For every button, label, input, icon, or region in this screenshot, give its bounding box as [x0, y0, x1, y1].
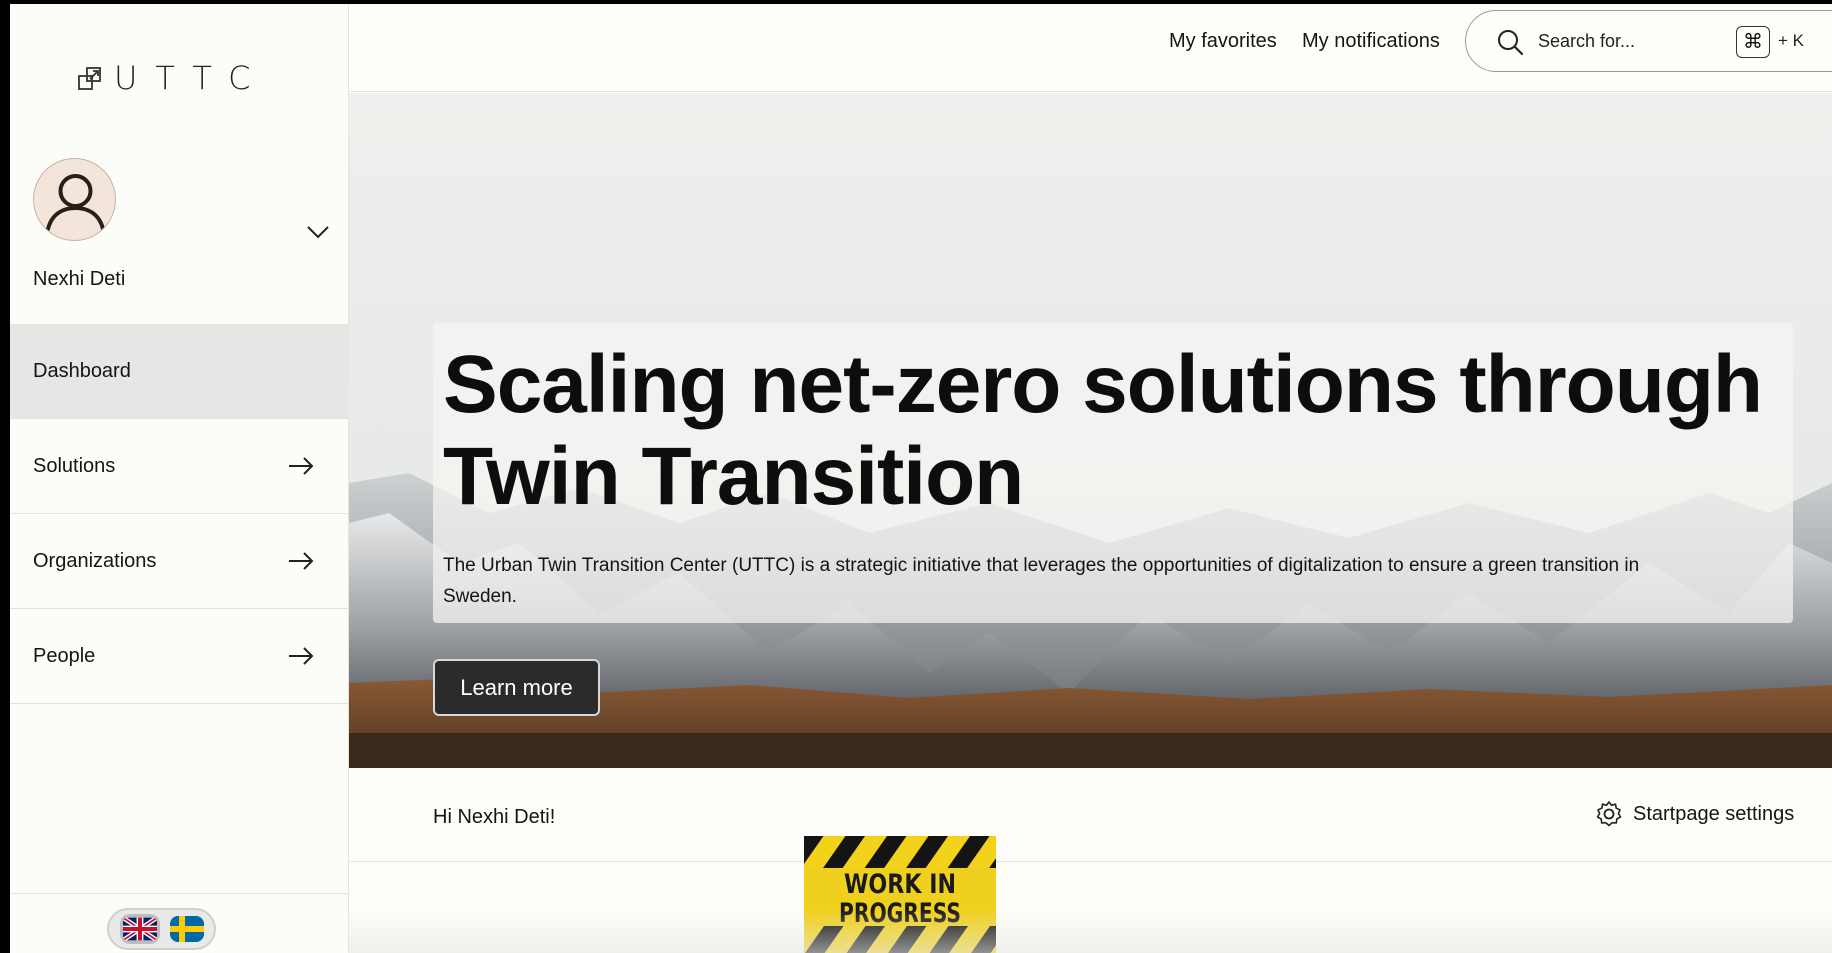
arrow-right-icon — [289, 647, 314, 665]
sidebar: UTTC Nexhi Deti Dashboard Solutions Orga… — [10, 4, 349, 953]
greeting-text: Hi Nexhi Deti! — [433, 806, 556, 828]
sidebar-item-solutions[interactable]: Solutions — [10, 419, 349, 514]
search-icon — [1498, 30, 1524, 56]
my-notifications-link[interactable]: My notifications — [1302, 30, 1440, 53]
arrow-right-icon — [289, 552, 314, 570]
language-bar — [10, 893, 349, 953]
logo-text: UTTC — [114, 59, 269, 97]
shortcut-key: ⌘ — [1736, 26, 1770, 58]
sidebar-item-label: People — [33, 644, 96, 667]
logo-icon — [78, 67, 101, 90]
startpage-settings-button[interactable]: Startpage settings — [1595, 800, 1794, 828]
language-switcher — [107, 908, 216, 950]
startpage-settings-label: Startpage settings — [1633, 802, 1795, 825]
hero-banner: Scaling net-zero solutions through Twin … — [349, 93, 1832, 768]
sidebar-item-dashboard[interactable]: Dashboard — [10, 324, 349, 419]
svg-text:WORK IN: WORK IN — [844, 869, 956, 900]
user-icon — [46, 174, 105, 231]
content-fade — [349, 909, 1832, 953]
user-name: Nexhi Deti — [33, 268, 126, 290]
sidebar-item-organizations[interactable]: Organizations — [10, 514, 349, 609]
sidebar-nav: Dashboard Solutions Organizations People — [10, 324, 349, 704]
sidebar-item-label: Organizations — [33, 549, 157, 572]
search-input[interactable]: Search for... ⌘ + K — [1465, 10, 1832, 72]
my-favorites-link[interactable]: My favorites — [1169, 30, 1277, 53]
logo[interactable]: UTTC — [78, 59, 268, 97]
avatar[interactable] — [33, 158, 116, 241]
sidebar-item-people[interactable]: People — [10, 609, 349, 704]
gear-icon — [1596, 801, 1622, 827]
language-english-button[interactable] — [119, 914, 160, 944]
hero-title: Scaling net-zero solutions through Twin … — [443, 339, 1763, 522]
greeting-row: Hi Nexhi Deti! Startpage settings — [349, 768, 1832, 862]
app-window: UTTC Nexhi Deti Dashboard Solutions Orga… — [10, 4, 1832, 953]
learn-more-button[interactable]: Learn more — [433, 659, 600, 716]
shortcut-plus: + K — [1778, 31, 1804, 50]
hero-text-card: Scaling net-zero solutions through Twin … — [433, 323, 1793, 623]
hero-description: The Urban Twin Transition Center (UTTC) … — [443, 555, 1640, 607]
uk-flag-icon — [122, 917, 157, 941]
search-placeholder: Search for... — [1538, 31, 1636, 51]
sidebar-item-label: Dashboard — [33, 359, 131, 382]
language-swedish-button[interactable] — [169, 916, 204, 942]
chevron-down-icon[interactable] — [304, 218, 332, 246]
sweden-flag-icon — [169, 916, 204, 942]
arrow-right-icon — [289, 457, 314, 475]
topbar: My favorites My notifications Search for… — [349, 4, 1832, 92]
sidebar-item-label: Solutions — [33, 454, 116, 477]
